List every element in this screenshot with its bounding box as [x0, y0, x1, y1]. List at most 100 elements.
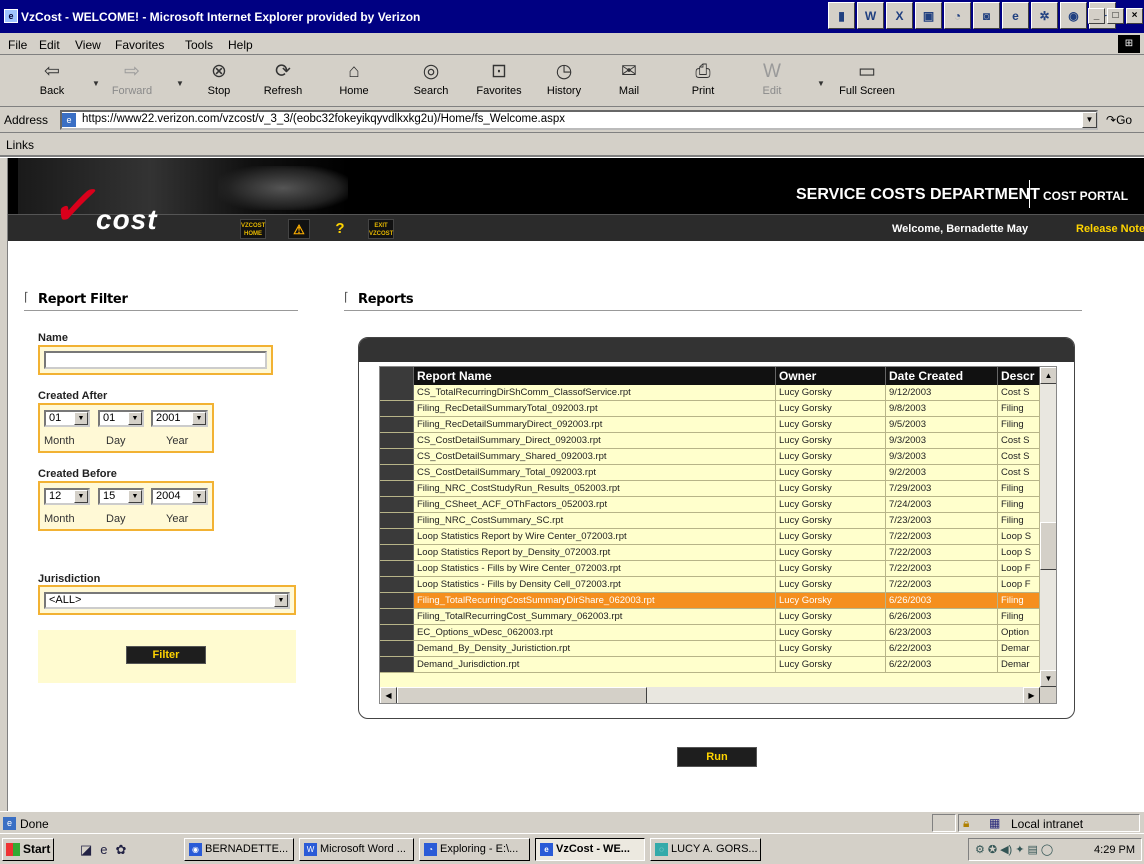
table-row[interactable]: Filing_CSheet_ACF_OThFactors_052003.rpt L… — [380, 497, 1040, 513]
row-selector[interactable] — [380, 417, 414, 432]
address-dropdown-icon[interactable]: ▼ — [1082, 112, 1097, 128]
table-row[interactable]: Loop Statistics Report by Wire Center_07… — [380, 529, 1040, 545]
alert-icon[interactable]: ⚠ — [288, 219, 310, 239]
row-selector[interactable] — [380, 481, 414, 496]
table-row[interactable]: Filing_RecDetailSummaryDirect_092003.rpt… — [380, 417, 1040, 433]
row-selector[interactable] — [380, 433, 414, 448]
edit-dropdown-icon[interactable]: ▼ — [817, 79, 825, 88]
before-day-select[interactable]: 15 ▼ — [98, 488, 144, 505]
back-dropdown-icon[interactable]: ▼ — [92, 79, 100, 88]
vertical-scrollbar[interactable]: ▲ ▼ — [1040, 367, 1056, 687]
table-row[interactable]: Filing_RecDetailSummaryTotal_092003.rpt L… — [380, 401, 1040, 417]
vzcost-home-button[interactable]: VZCOST HOME — [240, 219, 266, 239]
horizontal-scroll-thumb[interactable] — [397, 687, 647, 703]
row-selector[interactable] — [380, 561, 414, 576]
table-row[interactable]: Loop Statistics - Fills by Density Cell_… — [380, 577, 1040, 593]
row-selector[interactable] — [380, 609, 414, 624]
maximize-icon[interactable]: □ — [1107, 8, 1124, 24]
history-button[interactable]: ◷ History — [536, 59, 592, 97]
vzcost-logo[interactable]: ✓ cost — [50, 174, 200, 236]
scroll-down-icon[interactable]: ▼ — [1040, 670, 1056, 687]
antivirus-icon[interactable]: ✪ — [988, 843, 997, 856]
refresh-button[interactable]: ⟳ Refresh — [255, 59, 311, 97]
start-button[interactable]: Start — [2, 838, 54, 861]
row-selector[interactable] — [380, 641, 414, 656]
show-desktop-icon[interactable]: ◪ — [80, 842, 92, 858]
row-selector[interactable] — [380, 577, 414, 592]
exit-vzcost-button[interactable]: EXIT VZCOST — [368, 219, 394, 239]
col-report-name[interactable]: Report Name — [414, 367, 776, 385]
menu-tools[interactable]: Tools — [185, 38, 213, 52]
stop-button[interactable]: ⊗ Stop — [191, 59, 247, 97]
home-button[interactable]: ⌂ Home — [326, 59, 382, 97]
address-input[interactable]: https://www22.verizon.com/vzcost/v_3_3/(… — [60, 110, 1098, 130]
task-word[interactable]: W Microsoft Word ... — [299, 838, 414, 861]
horizontal-scrollbar[interactable]: ◀ ▶ — [380, 687, 1040, 703]
row-selector[interactable] — [380, 657, 414, 672]
powerpoint-icon[interactable]: ▣ — [915, 2, 942, 29]
task-vzcost[interactable]: e VzCost - WE... — [535, 838, 645, 861]
run-button[interactable]: Run — [677, 747, 757, 767]
before-year-select[interactable]: 2004 ▼ — [151, 488, 208, 505]
task-lucy[interactable]: ◌ LUCY A. GORS... — [650, 838, 761, 861]
task-explorer[interactable]: ◔ Exploring - E:\... — [419, 838, 530, 861]
explorer-icon[interactable]: ◙ — [973, 2, 1000, 29]
table-row[interactable]: EC_Options_wDesc_062003.rpt Lucy Gorsky 6/… — [380, 625, 1040, 641]
table-row[interactable]: Demand_Jurisdiction.rpt Lucy Gorsky 6/22/2… — [380, 657, 1040, 673]
fullscreen-button[interactable]: ▭ Full Screen — [828, 59, 906, 97]
excel-icon[interactable]: X — [886, 2, 913, 29]
search-app-icon[interactable]: ◔ — [944, 2, 971, 29]
scroll-up-icon[interactable]: ▲ — [1040, 367, 1056, 384]
row-selector[interactable] — [380, 465, 414, 480]
search-tray-icon[interactable]: ◯ — [1041, 843, 1053, 856]
help-icon[interactable]: ? — [330, 219, 350, 239]
filter-button[interactable]: Filter — [126, 646, 206, 664]
window-titlebar[interactable]: e VzCost - WELCOME! - Microsoft Internet… — [0, 0, 1144, 33]
name-input[interactable] — [44, 351, 267, 369]
app-icon[interactable]: ▮ — [828, 2, 855, 29]
table-row[interactable]: CS_CostDetailSummary_Total_092003.rpt Luc… — [380, 465, 1040, 481]
ie-app-icon[interactable]: e — [1002, 2, 1029, 29]
row-selector[interactable] — [380, 513, 414, 528]
minimize-icon[interactable]: _ — [1088, 8, 1105, 24]
table-row[interactable]: Loop Statistics - Fills by Wire Center_0… — [380, 561, 1040, 577]
col-description[interactable]: Descr — [998, 367, 1040, 385]
table-row[interactable]: Demand_By_Density_Juristiction.rpt Lucy G… — [380, 641, 1040, 657]
task-bernadette[interactable]: ◉ BERNADETTE... — [184, 838, 294, 861]
scroll-right-icon[interactable]: ▶ — [1023, 687, 1040, 703]
after-day-select[interactable]: 01 ▼ — [98, 410, 144, 427]
print-button[interactable]: ⎙ Print — [675, 59, 731, 97]
close-icon[interactable]: × — [1126, 8, 1143, 24]
outlook-launch-icon[interactable]: ✿ — [116, 842, 127, 858]
ie-launch-icon[interactable]: e — [100, 842, 107, 858]
edit-button[interactable]: W Edit — [744, 59, 800, 97]
search-button[interactable]: ◎ Search — [403, 59, 459, 97]
menu-help[interactable]: Help — [228, 38, 253, 52]
after-year-select[interactable]: 2001 ▼ — [151, 410, 208, 427]
tools-icon[interactable]: ✲ — [1031, 2, 1058, 29]
row-selector[interactable] — [380, 401, 414, 416]
table-row[interactable]: CS_CostDetailSummary_Shared_092003.rpt Lu… — [380, 449, 1040, 465]
menu-view[interactable]: View — [75, 38, 101, 52]
links-bar[interactable]: Links — [0, 133, 1144, 157]
table-row[interactable]: Filing_TotalRecurringCostSummaryDirShare… — [380, 593, 1040, 609]
globe-icon[interactable]: ◉ — [1060, 2, 1087, 29]
mail-button[interactable]: ✉ Mail — [601, 59, 657, 97]
row-selector[interactable] — [380, 497, 414, 512]
network-icon[interactable]: ⚙ — [975, 843, 985, 856]
menu-edit[interactable]: Edit — [39, 38, 60, 52]
volume-icon[interactable]: ◀) — [1000, 843, 1012, 856]
go-button[interactable]: ↷Go — [1106, 113, 1132, 127]
messenger-icon[interactable]: ✦ — [1015, 843, 1024, 856]
row-selector[interactable] — [380, 529, 414, 544]
jurisdiction-select[interactable]: <ALL> ▼ — [44, 592, 290, 609]
table-row[interactable]: CS_TotalRecurringDirShComm_ClassofServic… — [380, 385, 1040, 401]
after-month-select[interactable]: 01 ▼ — [44, 410, 90, 427]
release-notes-link[interactable]: Release Notes — [1076, 223, 1144, 235]
col-date-created[interactable]: Date Created — [886, 367, 998, 385]
table-row[interactable]: Filing_TotalRecurringCost_Summary_062003… — [380, 609, 1040, 625]
col-owner[interactable]: Owner — [776, 367, 886, 385]
monitor-icon[interactable]: ▤ — [1027, 843, 1037, 856]
table-row[interactable]: CS_CostDetailSummary_Direct_092003.rpt Lu… — [380, 433, 1040, 449]
menu-favorites[interactable]: Favorites — [115, 38, 164, 52]
